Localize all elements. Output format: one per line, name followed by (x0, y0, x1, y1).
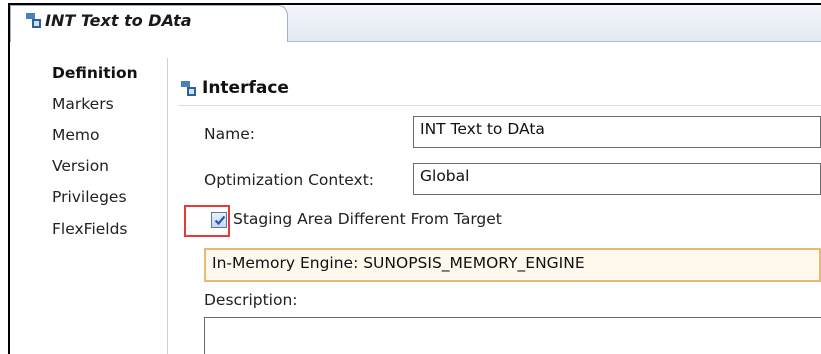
staging-engine-select[interactable]: In-Memory Engine: SUNOPSIS_MEMORY_ENGINE (204, 248, 821, 282)
staging-area-checkbox[interactable] (211, 212, 227, 228)
section-divider (178, 105, 821, 106)
name-field[interactable]: INT Text to DAta (413, 116, 821, 148)
sidebar: Definition Markers Memo Version Privileg… (42, 58, 168, 354)
staging-area-label[interactable]: Staging Area Different From Target (233, 210, 502, 228)
sidebar-item-markers[interactable]: Markers (52, 95, 114, 113)
sidebar-item-memo[interactable]: Memo (52, 126, 100, 144)
sidebar-item-version[interactable]: Version (52, 157, 109, 175)
optimization-context-label: Optimization Context: (204, 171, 375, 189)
description-label: Description: (204, 291, 298, 309)
sidebar-item-definition[interactable]: Definition (52, 64, 138, 82)
interface-icon (181, 81, 196, 96)
checkmark-icon (214, 215, 226, 226)
description-textarea[interactable] (204, 317, 821, 354)
editor-tab-title: INT Text to DAta (45, 11, 192, 30)
editor-tab[interactable]: INT Text to DAta (10, 5, 288, 42)
sidebar-item-privileges[interactable]: Privileges (52, 188, 127, 206)
section-title: Interface (202, 78, 289, 98)
interface-icon (26, 13, 41, 28)
sidebar-item-flexfields[interactable]: FlexFields (52, 220, 128, 238)
optimization-context-field[interactable]: Global (413, 163, 821, 195)
definition-panel (168, 58, 821, 354)
name-label: Name: (204, 125, 255, 143)
